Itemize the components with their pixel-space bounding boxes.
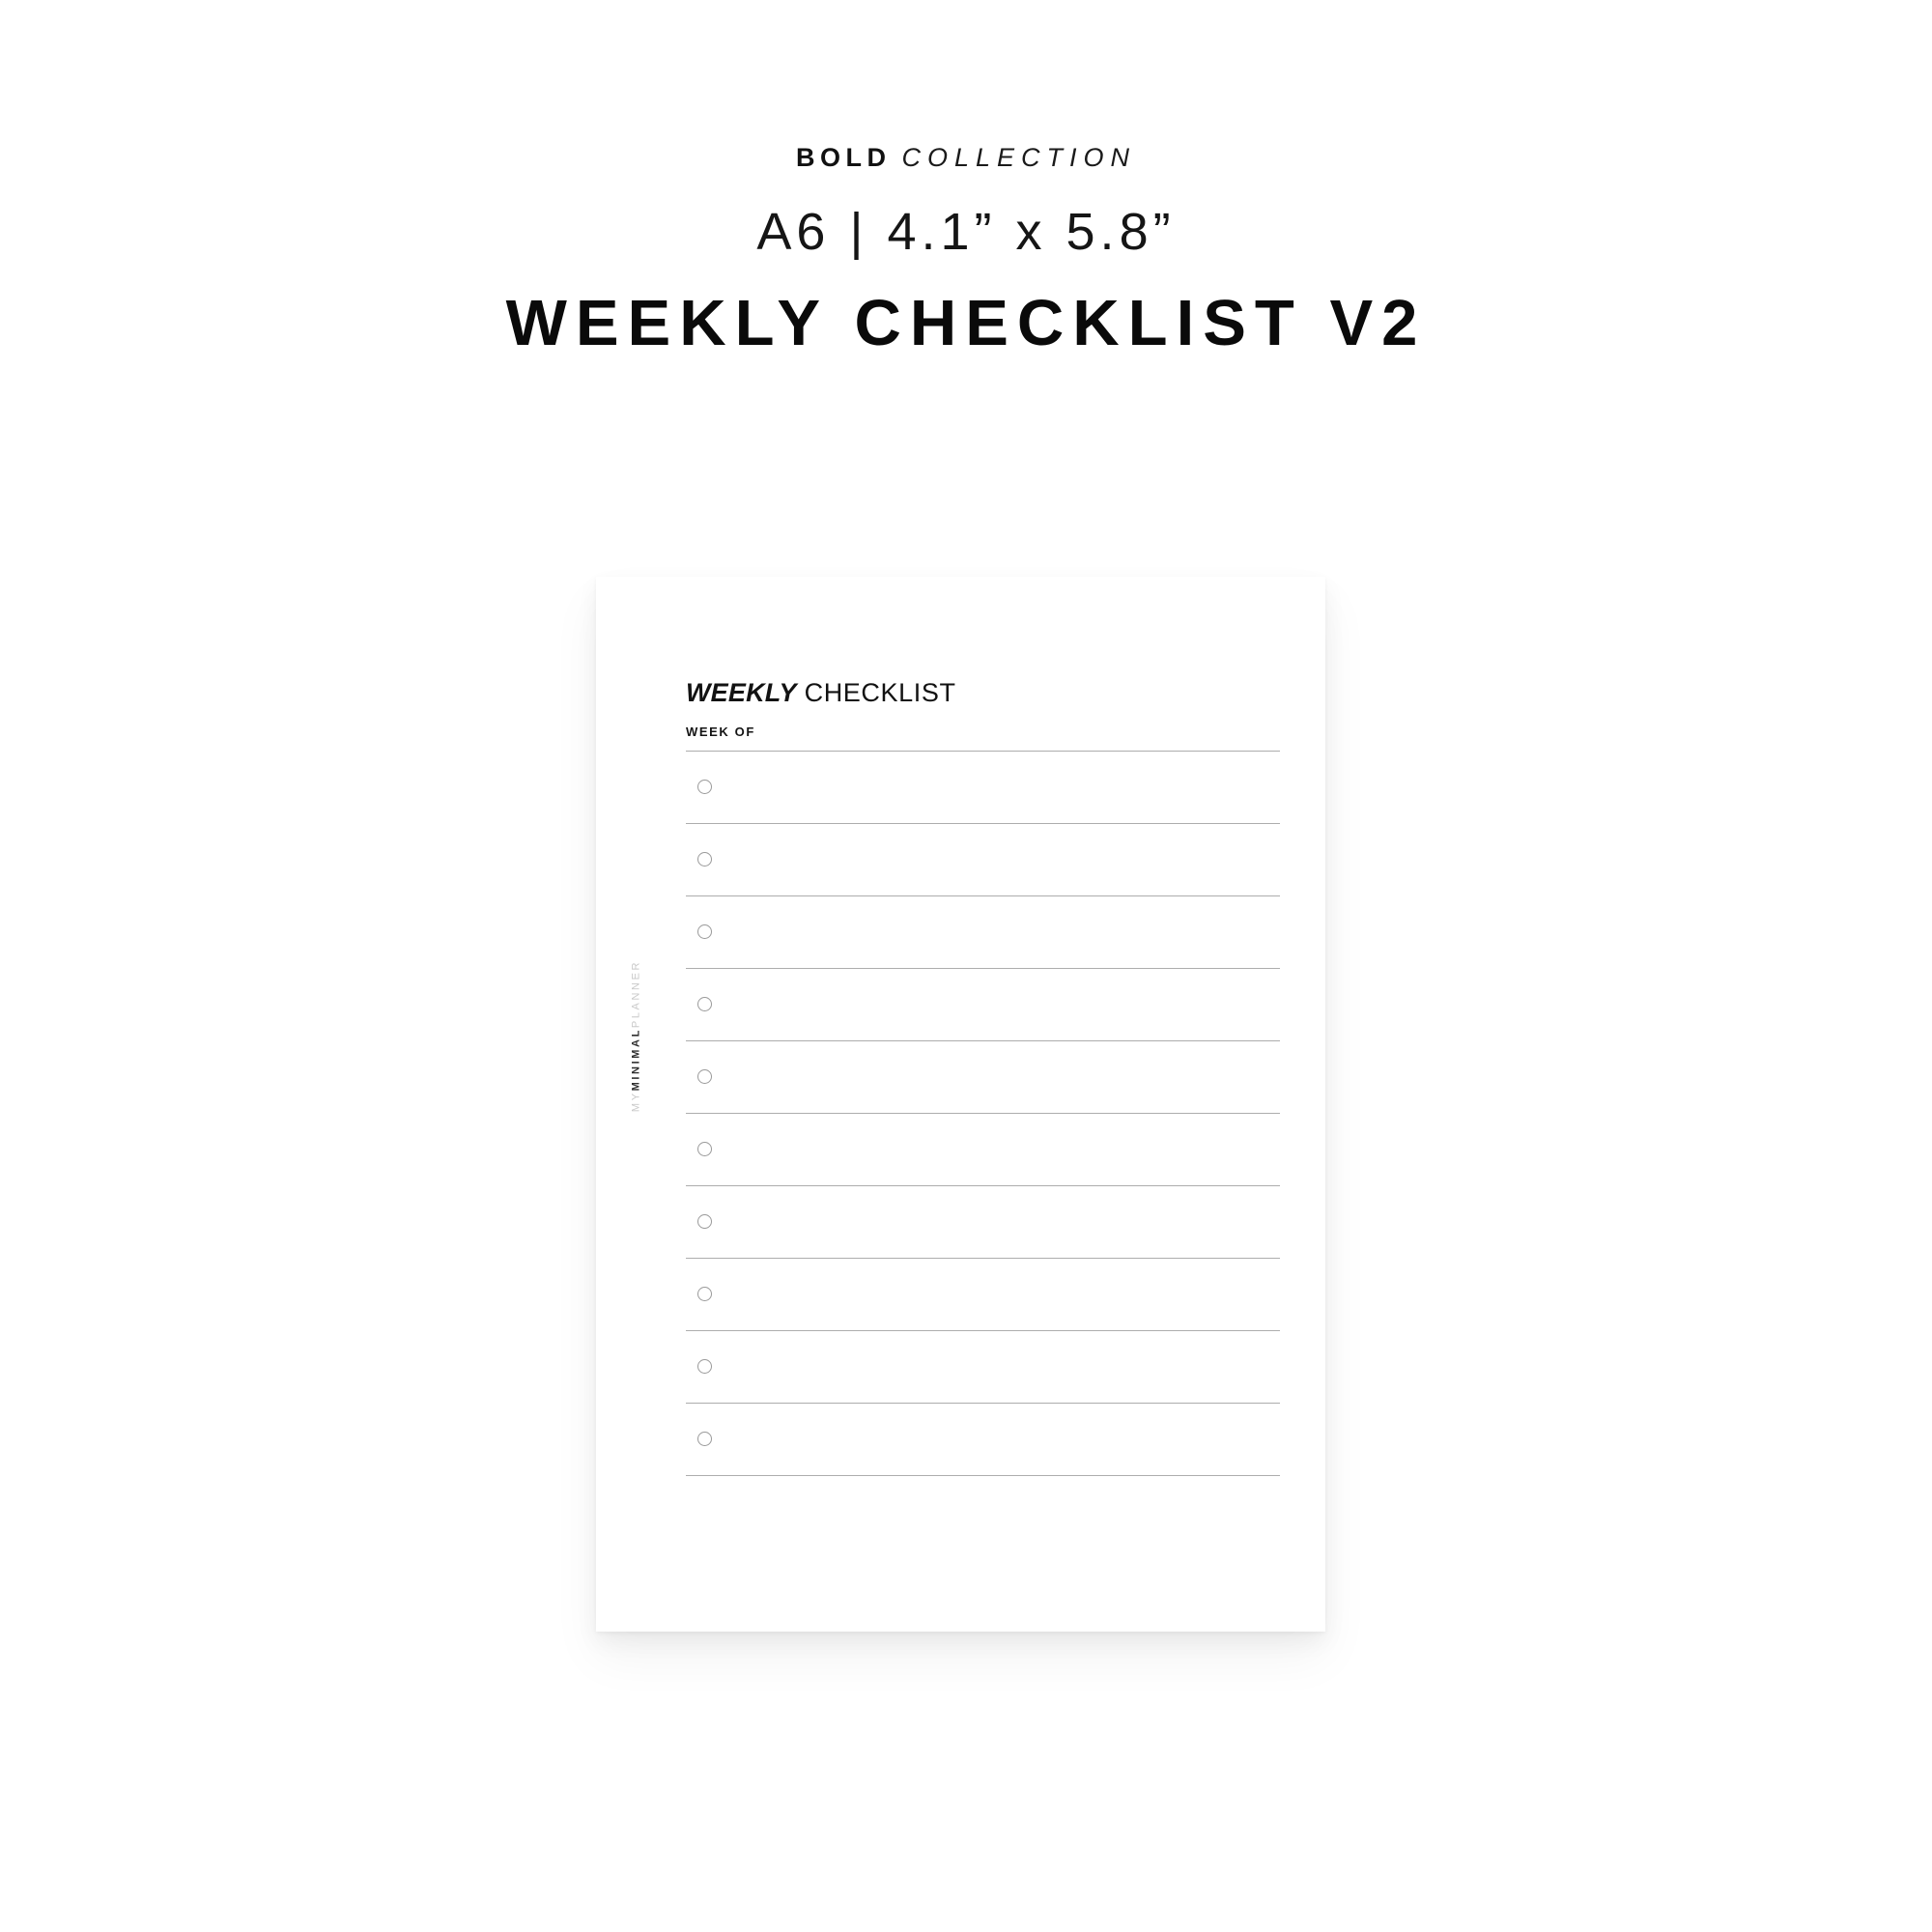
printable-preview[interactable]: MYMINIMALPLANNER WEEKLY CHECKLIST WEEK O…	[596, 577, 1325, 1632]
checklist-item	[686, 1114, 1280, 1186]
checklist-item	[686, 896, 1280, 969]
checklist-item-text[interactable]	[724, 1339, 1280, 1398]
checklist-item-text[interactable]	[724, 977, 1280, 1036]
checkbox-circle-icon[interactable]	[697, 1142, 712, 1156]
checkbox-circle-icon[interactable]	[697, 1287, 712, 1301]
brand-watermark: MYMINIMALPLANNER	[630, 940, 642, 1133]
checkbox-circle-icon[interactable]	[697, 1069, 712, 1084]
checkbox-circle-icon[interactable]	[697, 924, 712, 939]
sheet-content: WEEKLY CHECKLIST WEEK OF	[686, 680, 1280, 1476]
checklist-item-text[interactable]	[724, 1049, 1280, 1108]
checklist-item	[686, 1259, 1280, 1331]
week-of-label: WEEK OF	[686, 724, 755, 739]
collection-line: BOLD COLLECTION	[0, 145, 1932, 171]
listing-header: BOLD COLLECTION A6 | 4.1” x 5.8” WEEKLY C…	[0, 0, 1932, 359]
brand-suffix: PLANNER	[630, 959, 642, 1029]
printable-card[interactable]: MYMINIMALPLANNER WEEKLY CHECKLIST WEEK O…	[596, 577, 1325, 1632]
paper-size-line: A6 | 4.1” x 5.8”	[756, 203, 1176, 261]
sheet-title-weekly: WEEKLY	[686, 678, 797, 707]
collection-name-light: COLLECTION	[901, 143, 1137, 172]
checklist-item	[686, 1404, 1280, 1476]
checkbox-circle-icon[interactable]	[697, 852, 712, 867]
checkbox-circle-icon[interactable]	[697, 780, 712, 794]
collection-name-bold: BOLD	[795, 143, 892, 172]
checklist-item-text[interactable]	[724, 1411, 1280, 1470]
brand-emphasis: MINIMAL	[630, 1028, 642, 1092]
checklist-item	[686, 1186, 1280, 1259]
checklist-rows	[686, 752, 1280, 1476]
checklist-item-text[interactable]	[724, 1194, 1280, 1253]
checklist-item-text[interactable]	[724, 759, 1280, 818]
page-title: WEEKLY CHECKLIST V2	[505, 287, 1427, 359]
checklist-item	[686, 752, 1280, 824]
checklist-item-text[interactable]	[724, 832, 1280, 891]
checkbox-circle-icon[interactable]	[697, 1432, 712, 1446]
brand-prefix: MY	[630, 1091, 642, 1113]
checkbox-circle-icon[interactable]	[697, 1214, 712, 1229]
checkbox-circle-icon[interactable]	[697, 1359, 712, 1374]
checklist-item-text[interactable]	[724, 904, 1280, 963]
sheet-title-checklist: CHECKLIST	[804, 678, 956, 707]
checklist-item-text[interactable]	[724, 1122, 1280, 1180]
sheet-title: WEEKLY CHECKLIST	[686, 680, 1280, 706]
checklist-item	[686, 969, 1280, 1041]
checklist-item	[686, 1041, 1280, 1114]
checklist-item-text[interactable]	[724, 1266, 1280, 1325]
checklist-item	[686, 1331, 1280, 1404]
checklist-item	[686, 824, 1280, 896]
checklist-item-underline	[686, 1475, 1280, 1476]
checkbox-circle-icon[interactable]	[697, 997, 712, 1011]
